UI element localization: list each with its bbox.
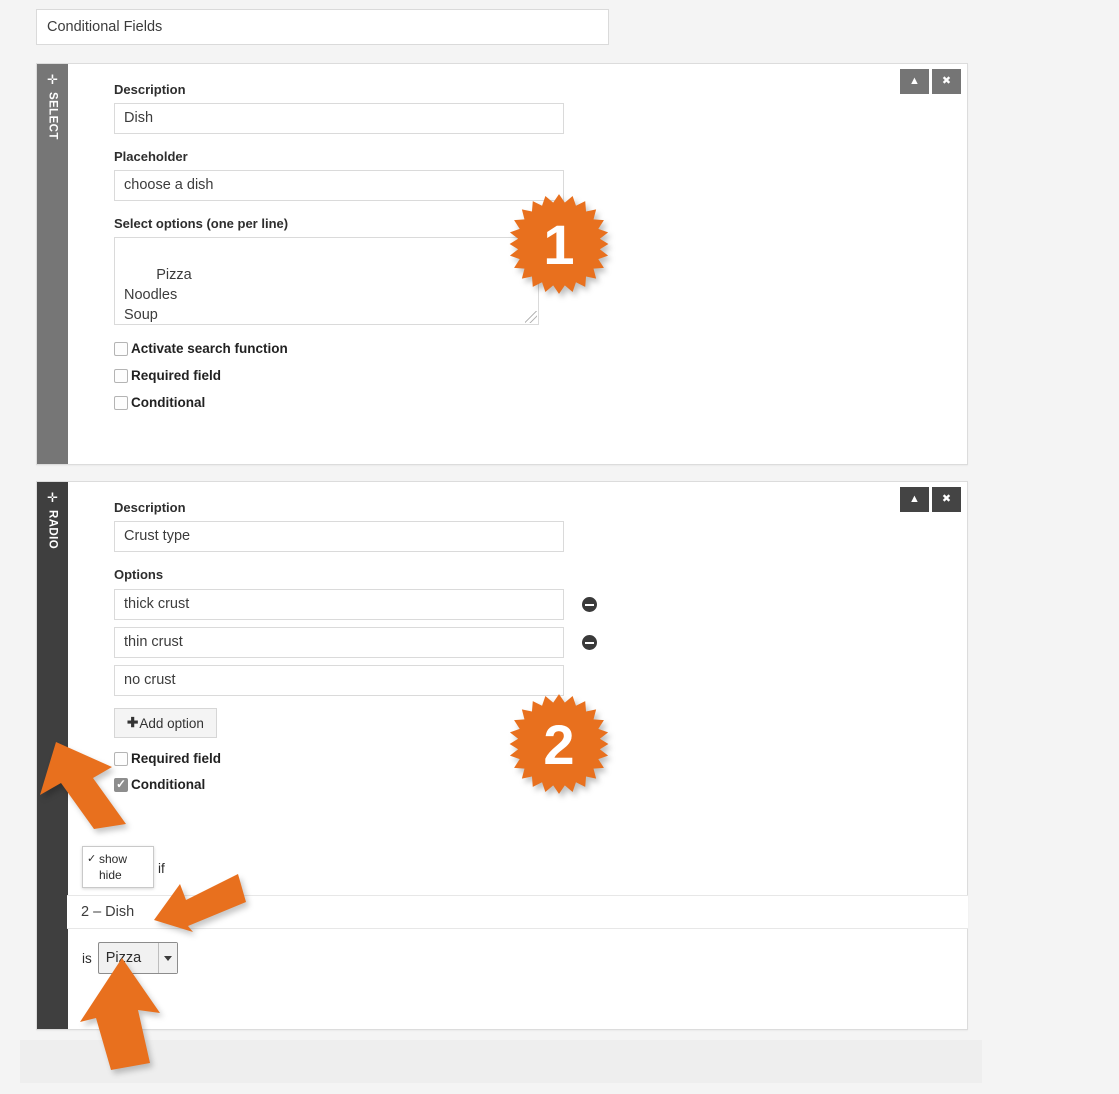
dropdown-option-show-label: show xyxy=(99,852,128,866)
check-icon: ✓ xyxy=(87,853,97,865)
description-label: Description xyxy=(114,82,186,97)
annotation-badge-1: 1 xyxy=(507,192,611,296)
remove-option-icon[interactable] xyxy=(582,635,597,650)
form-title-input[interactable]: Conditional Fields xyxy=(36,9,609,45)
panel-type-label-radio: RADIO xyxy=(46,510,59,550)
arrow-icon xyxy=(154,874,246,932)
option-input[interactable]: thin crust xyxy=(114,627,564,658)
page-root: Conditional Fields ✛ SELECT ▲ ✖ Descript… xyxy=(0,0,1119,1094)
conditional-label: Conditional xyxy=(131,395,206,410)
panel-drag-handle-select[interactable]: ✛ SELECT xyxy=(37,64,68,464)
resize-grip-icon[interactable] xyxy=(525,311,537,323)
move-icon: ✛ xyxy=(47,490,58,505)
conditional-target-field-value: 2 – Dish xyxy=(81,904,135,920)
badge-number: 1 xyxy=(543,212,575,276)
conditional-showhide-dropdown[interactable]: ✓ show hide xyxy=(82,846,154,888)
description-input[interactable]: Crust type xyxy=(114,521,564,552)
annotation-arrow-conditional xyxy=(30,720,150,830)
placeholder-label: Placeholder xyxy=(114,149,188,164)
options-label: Options xyxy=(114,567,164,582)
placeholder-input[interactable]: choose a dish xyxy=(114,170,564,201)
arrow-icon xyxy=(40,742,126,829)
checkbox-row-activate-search[interactable]: Activate search function xyxy=(114,341,967,356)
select-options-text: Pizza Noodles Soup xyxy=(124,267,192,323)
move-icon: ✛ xyxy=(47,72,58,87)
annotation-badge-2: 2 xyxy=(507,692,611,796)
activate-search-checkbox[interactable] xyxy=(114,341,128,356)
option-input[interactable]: thick crust xyxy=(114,589,564,620)
description-label: Description xyxy=(114,500,186,515)
arrow-icon xyxy=(80,958,160,1070)
check-icon-placeholder xyxy=(87,867,99,883)
select-options-textarea[interactable]: Pizza Noodles Soup xyxy=(114,237,539,325)
annotation-arrow-value-select xyxy=(72,958,172,1070)
description-input[interactable]: Dish xyxy=(114,103,564,134)
field-panel-select: ✛ SELECT ▲ ✖ Description Dish Placeholde… xyxy=(36,63,968,465)
option-row: thin crust xyxy=(114,627,967,658)
conditional-checkbox[interactable] xyxy=(114,395,128,410)
checkbox-row-required-field[interactable]: Required field xyxy=(114,368,967,383)
activate-search-label: Activate search function xyxy=(131,341,288,356)
badge-number: 2 xyxy=(543,712,575,776)
remove-option-icon[interactable] xyxy=(582,597,597,612)
dropdown-option-hide-label: hide xyxy=(99,868,122,882)
required-field-checkbox[interactable] xyxy=(114,368,128,383)
checkbox-row-conditional[interactable]: Conditional xyxy=(114,395,967,410)
required-field-label: Required field xyxy=(131,368,222,383)
option-row: thick crust xyxy=(114,589,967,620)
dropdown-option-hide[interactable]: hide xyxy=(83,867,153,883)
annotation-arrow-target-field xyxy=(152,872,252,934)
option-input[interactable]: no crust xyxy=(114,665,564,696)
dropdown-option-show[interactable]: ✓ show xyxy=(83,851,153,867)
panel-type-label-select: SELECT xyxy=(46,92,59,140)
